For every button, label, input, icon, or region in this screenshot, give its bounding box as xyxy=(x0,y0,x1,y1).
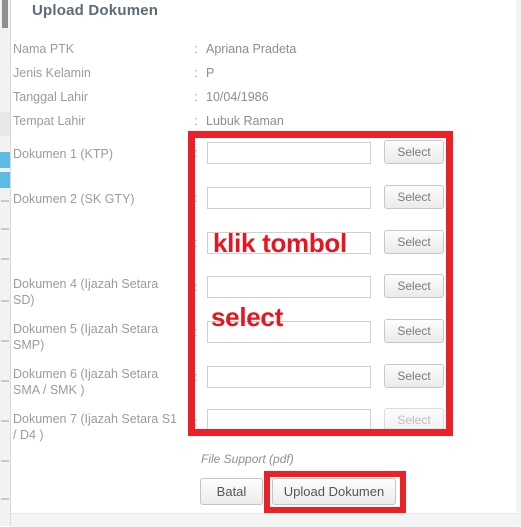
document-label: Dokumen 4 (Ijazah Setara SD) xyxy=(13,277,159,307)
select-file-button[interactable]: Select xyxy=(384,274,444,298)
document-label: Dokumen 1 (KTP) xyxy=(13,147,114,161)
document-file-path-input[interactable] xyxy=(207,366,371,388)
scrollbar-thumb[interactable] xyxy=(2,0,8,28)
background-page-strip xyxy=(0,0,11,526)
background-selected-row xyxy=(0,172,10,188)
document-colon: : xyxy=(194,415,198,429)
info-colon: : xyxy=(194,42,198,56)
info-value: 10/04/1986 xyxy=(206,90,269,104)
info-label: Jenis Kelamin xyxy=(13,66,91,80)
annotation-text-klik-tombol: klik tombol xyxy=(213,228,347,258)
document-colon: : xyxy=(194,191,198,205)
document-colon: : xyxy=(194,236,198,250)
select-file-button[interactable]: Select xyxy=(384,230,444,254)
modal-right-edge xyxy=(516,0,521,526)
document-row-2: Dokumen 2 (SK GTY) : Select xyxy=(13,185,493,221)
document-file-path-input[interactable] xyxy=(207,409,371,431)
document-colon: : xyxy=(194,146,198,160)
file-support-note: File Support (pdf) xyxy=(201,452,294,466)
document-label: Dokumen 5 (Ijazah Setara SMP) xyxy=(13,322,159,352)
upload-dokumen-button[interactable]: Upload Dokumen xyxy=(272,478,396,505)
document-row-1: Dokumen 1 (KTP) : Select xyxy=(13,140,493,176)
info-row-tempat-lahir: Tempat Lahir : Lubuk Raman xyxy=(13,114,483,134)
background-row-divider xyxy=(1,498,9,500)
document-file-path-input[interactable] xyxy=(207,187,371,209)
select-file-button[interactable]: Select xyxy=(384,140,444,164)
document-label: Dokumen 7 (Ijazah Setara S1 / D4 ) xyxy=(13,412,177,442)
modal-bottom-edge xyxy=(11,513,516,527)
document-file-path-input[interactable] xyxy=(207,276,371,298)
page-title: Upload Dokumen xyxy=(32,2,159,19)
document-colon: : xyxy=(194,370,198,384)
info-row-tanggal-lahir: Tanggal Lahir : 10/04/1986 xyxy=(13,90,483,110)
select-file-button[interactable]: Select xyxy=(384,319,444,343)
info-row-jenis-kelamin: Jenis Kelamin : P xyxy=(13,66,483,86)
document-colon: : xyxy=(194,280,198,294)
info-label: Nama PTK xyxy=(13,42,75,56)
info-value: P xyxy=(206,66,215,80)
background-row-divider xyxy=(1,340,9,342)
info-colon: : xyxy=(194,66,198,80)
document-file-path-input[interactable] xyxy=(207,142,371,164)
document-row-7: Dokumen 7 (Ijazah Setara S1 / D4 ) : Sel… xyxy=(13,408,493,449)
document-colon: : xyxy=(194,325,198,339)
background-row-divider xyxy=(1,420,9,422)
info-colon: : xyxy=(194,114,198,128)
document-row-6: Dokumen 6 (Ijazah Setara SMA / SMK ) : S… xyxy=(13,364,493,404)
document-label: Dokumen 6 (Ijazah Setara SMA / SMK ) xyxy=(13,367,159,397)
background-row-divider xyxy=(1,200,9,202)
info-value: Apriana Pradeta xyxy=(206,42,297,56)
background-row-divider xyxy=(1,258,9,260)
background-selected-row xyxy=(0,152,10,168)
annotation-text-select: select xyxy=(211,302,283,332)
select-file-button-disabled: Select xyxy=(384,408,444,432)
background-row-divider xyxy=(1,300,9,302)
background-row-divider xyxy=(1,460,9,462)
info-row-nama-ptk: Nama PTK : Apriana Pradeta xyxy=(13,42,483,62)
info-value: Lubuk Raman xyxy=(206,114,284,128)
background-row-divider xyxy=(1,228,9,230)
background-row-tint xyxy=(0,112,10,136)
background-row-divider xyxy=(1,380,9,382)
cancel-button[interactable]: Batal xyxy=(200,478,263,505)
select-file-button[interactable]: Select xyxy=(384,185,444,209)
document-label: Dokumen 2 (SK GTY) xyxy=(13,192,135,206)
info-label: Tanggal Lahir xyxy=(13,90,89,104)
info-colon: : xyxy=(194,90,198,104)
select-file-button[interactable]: Select xyxy=(384,364,444,388)
info-label: Tempat Lahir xyxy=(13,114,86,128)
